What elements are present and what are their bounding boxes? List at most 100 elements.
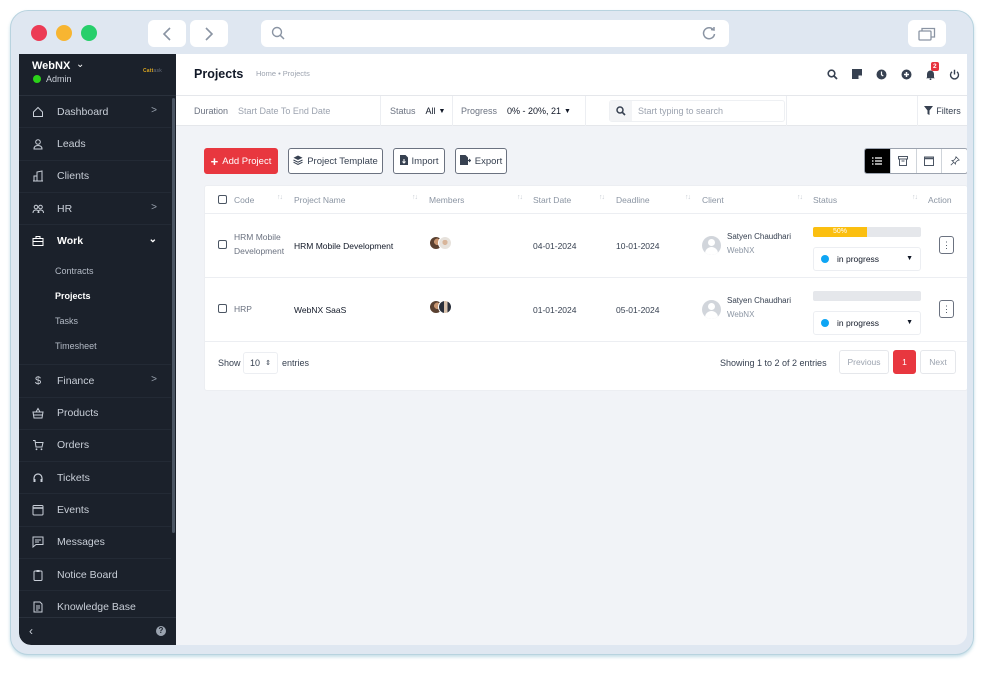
minimize-window-button[interactable] <box>56 25 72 41</box>
sidebar-subitem-timesheet[interactable]: Timesheet <box>19 334 171 359</box>
sort-icon[interactable]: ↑↓ <box>517 194 523 201</box>
sidebar-item-products[interactable]: Products <box>19 398 171 430</box>
calendar-view-button[interactable] <box>915 149 942 173</box>
sticky-note-icon[interactable] <box>845 66 869 82</box>
export-label: Export <box>474 155 503 167</box>
column-header-project-name[interactable]: Project Name <box>294 186 346 214</box>
sidebar-subitem-contracts[interactable]: Contracts <box>19 259 171 284</box>
status-filter[interactable]: Status All ▼ <box>381 96 453 126</box>
page-length-select[interactable]: 10 ⇕ <box>243 352 278 374</box>
clock-icon[interactable] <box>869 66 893 82</box>
sidebar-item-leads[interactable]: Leads <box>19 128 171 161</box>
notification-bell-icon[interactable]: 2 <box>918 62 942 82</box>
progress-bar <box>813 291 921 301</box>
sidebar-item-finance[interactable]: $ Finance > <box>19 365 171 398</box>
client-name[interactable]: Satyen Chaudhari <box>727 296 791 305</box>
search-icon[interactable] <box>821 66 845 82</box>
project-template-button[interactable]: Project Template <box>288 148 383 174</box>
member-avatars[interactable] <box>429 300 452 314</box>
file-export-icon <box>459 154 471 168</box>
archive-view-button[interactable] <box>889 149 916 173</box>
status-select[interactable]: in progress ▼ <box>813 311 921 335</box>
page-header: Projects Home • Projects 2 <box>176 54 967 96</box>
clipboard-icon <box>31 568 45 582</box>
chevron-right-icon: > <box>151 374 157 386</box>
sidebar-item-messages[interactable]: Messages <box>19 527 171 560</box>
sidebar-item-work[interactable]: Work ⌄ <box>19 225 171 257</box>
add-circle-icon[interactable] <box>894 66 918 82</box>
status-value[interactable]: All <box>426 106 436 116</box>
chevron-down-icon: ⌄ <box>76 59 85 70</box>
close-window-button[interactable] <box>31 25 47 41</box>
sort-icon[interactable]: ↑↓ <box>412 194 418 201</box>
tabs-button[interactable] <box>908 20 946 47</box>
help-icon[interactable]: ? <box>156 626 166 636</box>
maximize-window-button[interactable] <box>81 25 97 41</box>
sidebar-item-tickets[interactable]: Tickets <box>19 462 171 495</box>
filters-button[interactable]: Filters <box>917 96 967 126</box>
row-actions-button[interactable]: ⋮ <box>939 300 954 318</box>
sort-icon[interactable]: ↑↓ <box>599 194 605 201</box>
previous-page-button[interactable]: Previous <box>839 350 889 374</box>
column-header-deadline[interactable]: Deadline <box>616 186 650 214</box>
sidebar-item-notice-board[interactable]: Notice Board <box>19 559 171 592</box>
browser-forward-button[interactable] <box>190 20 228 47</box>
row-checkbox[interactable] <box>218 240 227 249</box>
avatar[interactable] <box>438 236 452 250</box>
column-header-code[interactable]: Code <box>234 186 254 214</box>
sidebar-item-clients[interactable]: Clients <box>19 161 171 193</box>
sidebar-subitem-tasks[interactable]: Tasks <box>19 309 171 334</box>
calendar-icon <box>923 156 934 166</box>
select-all-checkbox[interactable] <box>218 195 227 204</box>
file-import-icon <box>399 154 408 168</box>
sidebar-item-label: Notice Board <box>57 568 118 581</box>
add-project-button[interactable]: + Add Project <box>204 148 278 174</box>
sidebar-item-orders[interactable]: Orders <box>19 430 171 463</box>
sort-icon[interactable]: ↑↓ <box>685 194 691 201</box>
page-1-button[interactable]: 1 <box>893 350 916 374</box>
project-name[interactable]: WebNX SaaS <box>294 305 346 315</box>
avatar[interactable] <box>438 300 452 314</box>
workspace-switcher[interactable]: WebNX ⌄ Admin Cattask <box>19 54 176 96</box>
collapse-sidebar-icon[interactable]: ‹ <box>29 624 33 638</box>
list-view-button[interactable] <box>865 149 890 173</box>
status-select[interactable]: in progress ▼ <box>813 247 921 271</box>
power-icon[interactable] <box>943 66 967 82</box>
sidebar-item-events[interactable]: Events <box>19 494 171 527</box>
row-checkbox[interactable] <box>218 304 227 313</box>
sidebar-scrollbar[interactable] <box>172 98 175 533</box>
archive-icon <box>898 156 909 166</box>
pinned-view-button[interactable] <box>941 149 967 173</box>
sort-icon[interactable]: ↑↓ <box>277 194 283 201</box>
sidebar: WebNX ⌄ Admin Cattask Dashboard > Leads <box>19 54 176 645</box>
project-name[interactable]: HRM Mobile Development <box>294 241 393 251</box>
sidebar-item-hr[interactable]: HR > <box>19 193 171 226</box>
sort-icon[interactable]: ↑↓ <box>797 194 803 201</box>
column-header-start-date[interactable]: Start Date <box>533 186 571 214</box>
project-search[interactable] <box>609 100 785 122</box>
column-header-members[interactable]: Members <box>429 186 464 214</box>
column-header-client[interactable]: Client <box>702 186 724 214</box>
duration-filter[interactable]: Duration Start Date To End Date <box>176 96 381 126</box>
sidebar-subitem-projects[interactable]: Projects <box>19 284 171 309</box>
duration-value[interactable]: Start Date To End Date <box>238 106 330 116</box>
client-name[interactable]: Satyen Chaudhari <box>727 232 791 241</box>
client-avatar <box>702 236 721 255</box>
reload-icon[interactable] <box>701 25 717 41</box>
users-icon <box>31 202 45 216</box>
import-button[interactable]: Import <box>393 148 445 174</box>
sort-icon[interactable]: ↑↓ <box>912 194 918 201</box>
row-actions-button[interactable]: ⋮ <box>939 236 954 254</box>
address-bar[interactable] <box>261 20 729 47</box>
filter-divider <box>786 96 787 126</box>
column-header-status[interactable]: Status <box>813 186 837 214</box>
search-input[interactable] <box>632 106 782 116</box>
next-page-button[interactable]: Next <box>920 350 956 374</box>
progress-value[interactable]: 0% - 20%, 21 <box>507 106 561 116</box>
progress-filter[interactable]: Progress 0% - 20%, 21 ▼ <box>453 96 586 126</box>
browser-back-button[interactable] <box>148 20 186 47</box>
sidebar-item-dashboard[interactable]: Dashboard > <box>19 96 171 129</box>
member-avatars[interactable] <box>429 236 452 250</box>
breadcrumb[interactable]: Home • Projects <box>256 69 310 78</box>
export-button[interactable]: Export <box>455 148 507 174</box>
